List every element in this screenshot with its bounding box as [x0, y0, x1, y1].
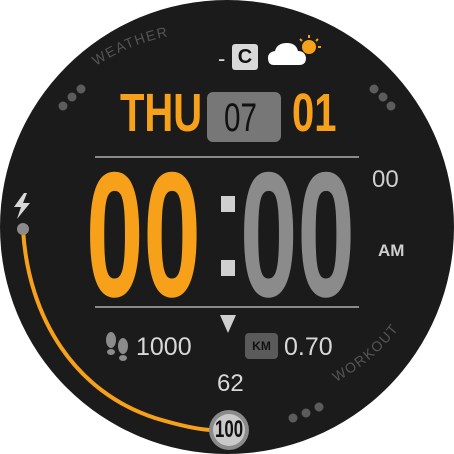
colon-bottom-dot	[221, 260, 235, 276]
heart-rate-value[interactable]: 62	[217, 370, 244, 398]
temperature-value[interactable]: -	[218, 46, 225, 72]
watch-face: WEATHER WORKOUT - C THU 07 01 00 00 00 A…	[0, 0, 454, 454]
hour-digits: 00	[86, 135, 201, 334]
battery-percentage[interactable]: 100	[209, 412, 249, 448]
battery-arc-start-dot	[17, 223, 29, 235]
minute-digits: 00	[240, 135, 355, 334]
colon-top-dot	[221, 196, 235, 212]
battery-percentage-label: 100	[214, 416, 244, 443]
ampm-indicator: AM	[378, 241, 405, 260]
seconds-value: 00	[372, 166, 399, 193]
distance-value[interactable]: 0.70	[284, 333, 333, 362]
temperature-unit-badge[interactable]: C	[232, 44, 258, 70]
steps-count[interactable]: 1000	[136, 333, 192, 362]
distance-unit-badge: KM	[245, 333, 278, 359]
